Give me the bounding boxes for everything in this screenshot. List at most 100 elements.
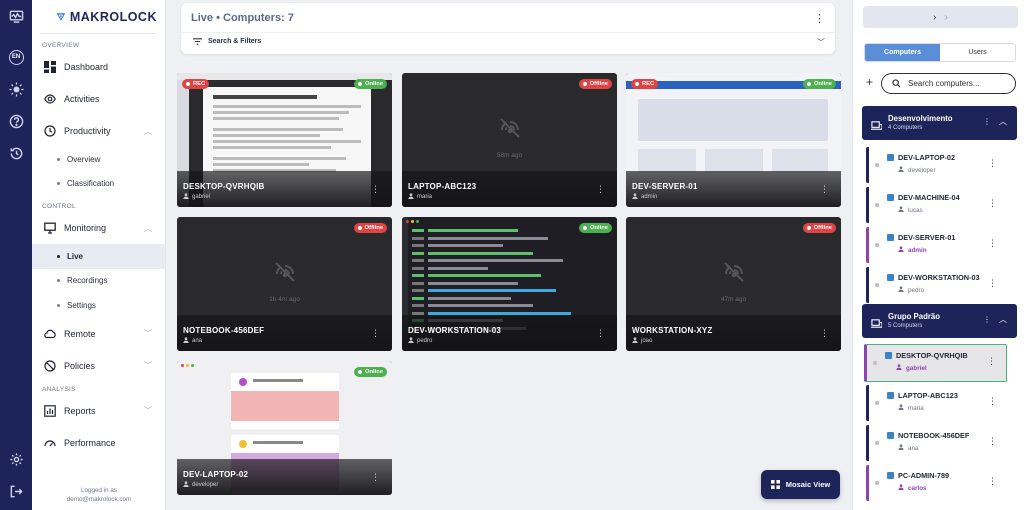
computer-group-icon (871, 316, 883, 334)
user-name: admin (908, 246, 927, 254)
status-badge: Online (802, 79, 836, 89)
status-label: Online (813, 81, 832, 87)
mosaic-view-button[interactable]: Mosaic View (761, 470, 840, 499)
offline-dot-icon (875, 401, 879, 405)
offline-dot-icon (875, 283, 879, 287)
computer-list-item[interactable]: DEV-WORKSTATION-03 pedro ⋮ (866, 267, 1007, 303)
breadcrumb-chevron-icon[interactable]: › (945, 12, 948, 23)
computer-list-item[interactable]: DEV-MACHINE-04 lucas ⋮ (866, 187, 1007, 223)
sidebar: MAKROLOCK OVERVIEW Dashboard Activities … (32, 0, 166, 510)
computer-list-item[interactable]: PC-ADMIN-789 carlos ⋮ (866, 465, 1007, 501)
no-signal-icon (721, 262, 747, 289)
language-button[interactable]: EN (0, 41, 32, 73)
group-menu-icon[interactable]: ⋮ (983, 117, 991, 126)
divider (181, 32, 835, 33)
nav-label: Reports (64, 405, 96, 416)
tab-computers[interactable]: Computers (865, 44, 940, 61)
nav-classification[interactable]: Classification (32, 172, 165, 197)
computer-list-item[interactable]: DEV-LAPTOP-02 developer ⋮ (866, 147, 1007, 183)
sun-icon[interactable] (0, 73, 32, 105)
nav-productivity[interactable]: Productivity ︿ (32, 115, 165, 147)
item-menu-icon[interactable]: ⋮ (987, 356, 996, 367)
status-dot-icon (806, 82, 811, 86)
item-menu-icon[interactable]: ⋮ (988, 198, 997, 209)
computer-icon (887, 432, 894, 439)
computer-group-header[interactable]: Grupo Padrão 5 Computers ⋮ ︿ (862, 304, 1017, 338)
tile-menu-icon[interactable]: ⋮ (596, 184, 605, 195)
nav-performance[interactable]: Performance (32, 427, 165, 459)
nav-overview[interactable]: Overview (32, 147, 165, 172)
computer-tile[interactable]: Online DEV-LAPTOP-02 developer ⋮ (177, 361, 392, 495)
status-label: Online (589, 225, 608, 231)
group-menu-icon[interactable]: ⋮ (983, 315, 991, 324)
monitor-wave-icon[interactable] (0, 0, 32, 32)
breadcrumb-chevron-icon[interactable]: › (933, 12, 936, 23)
computer-list-name: DEV-WORKSTATION-03 (898, 273, 980, 282)
tile-menu-icon[interactable]: ⋮ (371, 472, 380, 483)
chevron-up-icon: ︿ (144, 126, 152, 136)
computer-tile[interactable]: 58m ago Offline LAPTOP-ABC123 maria ⋮ (402, 73, 617, 207)
tab-users[interactable]: Users (940, 44, 1015, 61)
bullet-icon (57, 254, 60, 258)
search-input[interactable]: Search computers... (881, 73, 1016, 94)
status-dot-icon (357, 82, 362, 86)
nav-dashboard[interactable]: Dashboard (32, 51, 165, 83)
computer-tile[interactable]: Online DEV-WORKSTATION-03 pedro ⋮ (402, 217, 617, 351)
tile-menu-icon[interactable]: ⋮ (371, 184, 380, 195)
computer-icon (887, 392, 894, 399)
computer-group-header[interactable]: Desenvolvimento 4 Computers ⋮ ︿ (862, 106, 1017, 140)
nav-label: Productivity (64, 126, 111, 136)
panel-breadcrumb[interactable]: › › (863, 6, 1018, 28)
item-menu-icon[interactable]: ⋮ (988, 436, 997, 447)
header-menu-icon[interactable]: ⋮ (814, 12, 825, 25)
computer-tile[interactable]: 1h 4m ago Offline NOTEBOOK-456DEF ana ⋮ (177, 217, 392, 351)
add-button[interactable]: + (866, 75, 873, 89)
search-filters-toggle[interactable]: Search & Filters (193, 37, 261, 46)
search-icon (892, 79, 901, 88)
computer-list-item[interactable]: NOTEBOOK-456DEF ana ⋮ (866, 425, 1007, 461)
header-card: Live • Computers: 7 ⋮ Search & Filters ﹀ (181, 3, 835, 54)
eye-icon (44, 94, 56, 104)
status-dot-icon (357, 370, 362, 374)
settings-gear-icon[interactable] (0, 443, 32, 475)
computer-name: DESKTOP-QVRHQIB (183, 182, 265, 191)
nav-settings[interactable]: Settings (32, 293, 165, 318)
computer-tile[interactable]: Online REC DEV-SERVER-01 admin ⋮ (626, 73, 841, 207)
help-icon[interactable] (0, 105, 32, 137)
computer-list-item[interactable]: DEV-SERVER-01 admin ⋮ (866, 227, 1007, 263)
nav-live[interactable]: Live (32, 244, 165, 269)
user-name: carlos (908, 484, 927, 492)
nav-recordings[interactable]: Recordings (32, 269, 165, 294)
computer-tile[interactable]: 47m ago Offline WORKSTATION-XYZ joao ⋮ (626, 217, 841, 351)
tile-menu-icon[interactable]: ⋮ (820, 184, 829, 195)
item-menu-icon[interactable]: ⋮ (988, 278, 997, 289)
tile-menu-icon[interactable]: ⋮ (596, 328, 605, 339)
computer-list-item[interactable]: LAPTOP-ABC123 maria ⋮ (866, 385, 1007, 421)
logout-icon[interactable] (0, 475, 32, 507)
tile-menu-icon[interactable]: ⋮ (820, 328, 829, 339)
tile-menu-icon[interactable]: ⋮ (371, 328, 380, 339)
nav-label: Classification (67, 179, 115, 189)
nav-remote[interactable]: Remote ﹀ (32, 318, 165, 350)
item-menu-icon[interactable]: ⋮ (988, 238, 997, 249)
history-icon[interactable] (0, 137, 32, 169)
nav-reports[interactable]: Reports ﹀ (32, 395, 165, 427)
computer-list-name: PC-ADMIN-789 (898, 471, 950, 480)
computer-list-name: NOTEBOOK-456DEF (898, 431, 970, 440)
item-menu-icon[interactable]: ⋮ (988, 396, 997, 407)
chevron-up-icon[interactable]: ︿ (999, 116, 1007, 127)
brand-logo[interactable]: MAKROLOCK (40, 0, 157, 34)
chevron-down-icon[interactable]: ﹀ (817, 37, 825, 48)
nav-activities[interactable]: Activities (32, 83, 165, 115)
chevron-up-icon[interactable]: ︿ (999, 314, 1007, 325)
nav-policies[interactable]: Policies ﹀ (32, 350, 165, 382)
last-seen: 58m ago (496, 152, 523, 159)
status-label: Offline (589, 81, 608, 87)
computer-list-item[interactable]: DESKTOP-QVRHQIB gabriel ⋮ (864, 344, 1007, 382)
computer-tile[interactable]: Online REC DESKTOP-QVRHQIB gabriel ⋮ (177, 73, 392, 207)
status-dot-icon (357, 226, 362, 230)
item-menu-icon[interactable]: ⋮ (988, 158, 997, 169)
item-menu-icon[interactable]: ⋮ (988, 476, 997, 487)
nav-monitoring[interactable]: Monitoring ︿ (32, 212, 165, 244)
rec-label: REC (193, 81, 206, 87)
